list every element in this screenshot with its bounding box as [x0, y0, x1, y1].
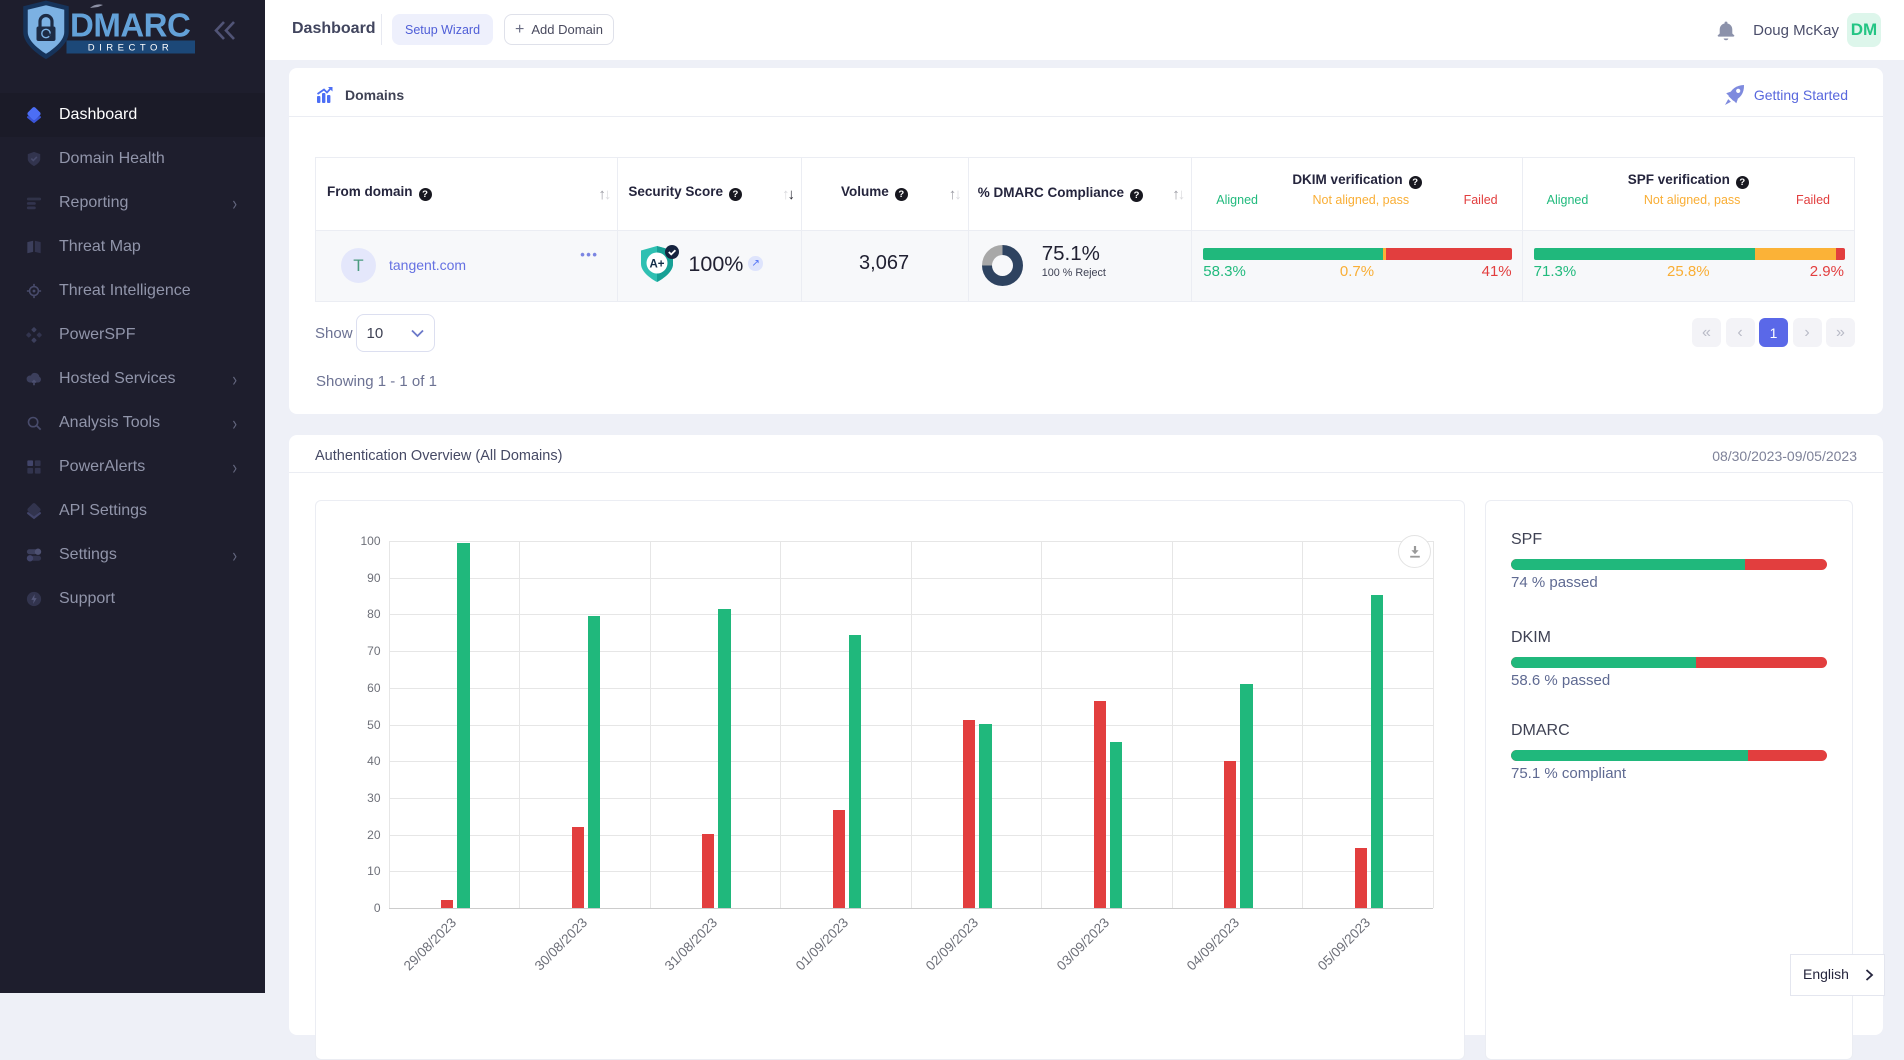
svg-text:DIRECTOR: DIRECTOR [88, 43, 173, 54]
svg-text:A+: A+ [650, 259, 665, 271]
svg-text:DMARC: DMARC [70, 7, 190, 44]
